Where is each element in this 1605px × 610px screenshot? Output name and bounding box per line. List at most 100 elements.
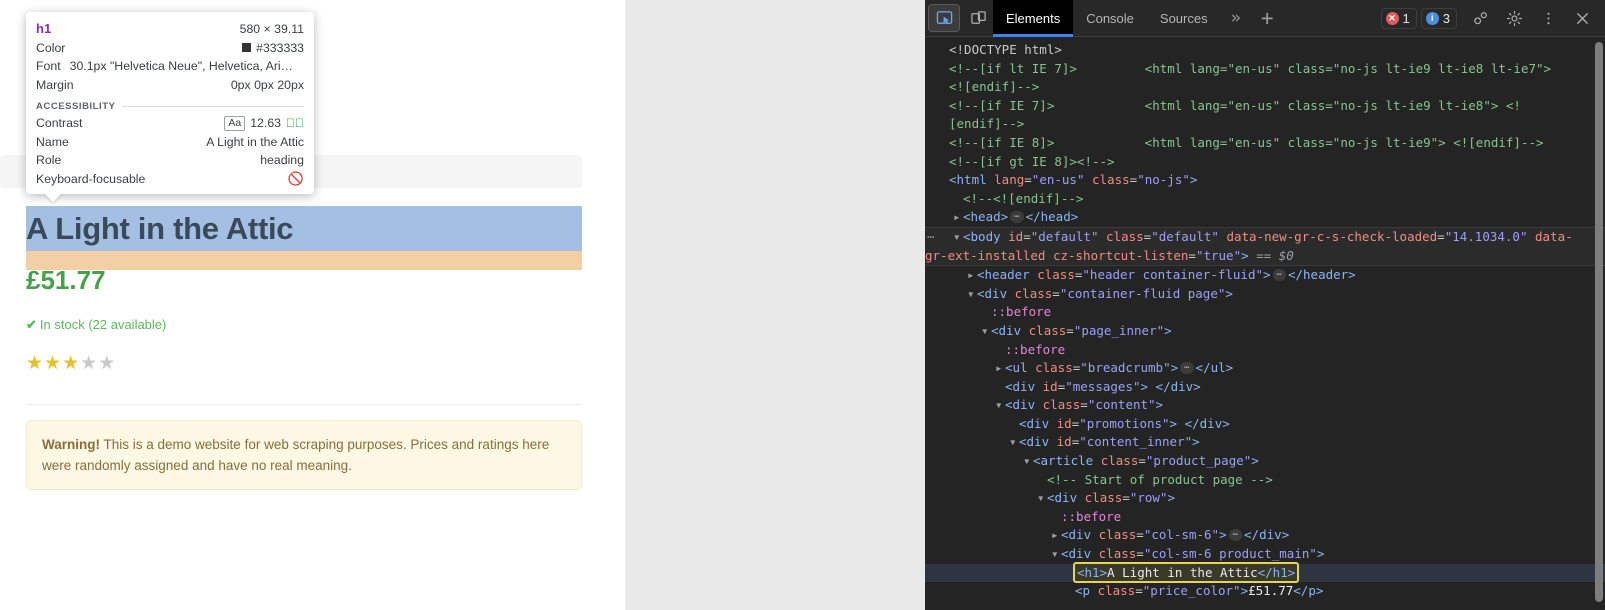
dom-tree-line[interactable]: ▾ <div class="content"> <box>925 396 1605 415</box>
error-badge[interactable]: ✕ 1 <box>1380 7 1417 29</box>
tooltip-dimensions: 580 × 39.11 <box>239 22 304 36</box>
dom-token-cmt: <!--[if gt IE 8]><!--> <box>949 153 1115 169</box>
chevron-right-icon[interactable]: ▸ <box>995 359 1005 378</box>
tab-console[interactable]: Console <box>1073 0 1147 37</box>
dom-tree-line[interactable]: ▾ <div class="row"> <box>925 489 1605 508</box>
dom-tree-line[interactable]: ▾ <div class="col-sm-6 product_main"> <box>925 545 1605 564</box>
tab-sources[interactable]: Sources <box>1147 0 1221 37</box>
dom-token-punc: = <box>1122 490 1130 506</box>
chevron-down-icon[interactable]: ▾ <box>953 228 963 247</box>
collapsed-children-icon[interactable]: ⋯ <box>1228 529 1243 542</box>
dom-token-punc: = <box>1437 228 1445 244</box>
dom-tree-line[interactable]: ▸ <ul class="breadcrumb"> ⋯ </ul> <box>925 359 1605 378</box>
dom-tree-line[interactable]: <!--[if IE 7]> <html lang="en-us" class=… <box>925 97 1605 116</box>
dom-badge-dots-icon[interactable]: ⋯ <box>927 228 935 247</box>
chevron-right-icon[interactable]: ▸ <box>1051 526 1061 545</box>
dom-token-tag: <body <box>963 228 1009 244</box>
message-badge[interactable]: i 3 <box>1420 7 1457 29</box>
dom-tree-line[interactable]: <div id="promotions"> </div> <box>925 415 1605 434</box>
dom-line-content: <div class="container-fluid page"> <box>977 286 1233 301</box>
dom-tree[interactable]: <!DOCTYPE html> <!--[if lt IE 7]> <html l… <box>925 37 1605 610</box>
dom-token-tag: > <box>1155 397 1164 413</box>
dom-line-content: <!--[if IE 7]> <html lang="en-us" class=… <box>949 98 1521 113</box>
dom-tree-line[interactable]: ::before <box>925 508 1605 527</box>
chevron-down-icon[interactable]: ▾ <box>1051 545 1061 564</box>
dom-line-content: <article class="product_page"> <box>1033 453 1259 468</box>
chevron-down-icon[interactable]: ▾ <box>967 285 977 304</box>
dom-tree-line[interactable]: <!--<![endif]--> <box>925 190 1605 209</box>
device-toolbar-icon[interactable] <box>963 5 993 31</box>
chevron-down-icon[interactable]: ▾ <box>995 396 1005 415</box>
dom-token-punc: = <box>1188 247 1196 263</box>
dom-token-val: "container-fluid page" <box>1059 285 1226 301</box>
dom-token-val: "breadcrumb" <box>1080 360 1171 376</box>
star-icon: ★ <box>80 353 99 374</box>
inspect-element-icon[interactable] <box>928 4 960 32</box>
dom-tree-line[interactable]: <!--[if lt IE 7]> <html lang="en-us" cla… <box>925 60 1605 79</box>
dom-tree-line[interactable]: ::before <box>925 341 1605 360</box>
tooltip-pointer <box>44 193 62 202</box>
dom-token-tag: <div <box>1019 434 1057 450</box>
dom-line-content: <!-- Start of product page --> <box>1047 472 1273 487</box>
chevron-down-icon[interactable]: ▾ <box>1023 452 1033 471</box>
dom-tree-line[interactable]: <!--[if IE 8]> <html lang="en-us" class=… <box>925 134 1605 153</box>
dom-tree-line[interactable]: <!--[if gt IE 8]><!--> <box>925 153 1605 172</box>
tooltip-keyboard-row: Keyboard-focusable 🚫 <box>36 170 304 189</box>
chevron-down-icon[interactable]: ▾ <box>1009 433 1019 452</box>
tab-elements[interactable]: Elements <box>993 0 1074 37</box>
dom-tree-line[interactable]: ▸ <div class="col-sm-6"> ⋯ </div> <box>925 526 1605 545</box>
dom-tree-line[interactable]: ▾ <article class="product_page"> <box>925 452 1605 471</box>
gear-icon[interactable] <box>1499 5 1529 31</box>
dom-tree-line[interactable]: ▾ <div class="page_inner"> <box>925 322 1605 341</box>
collapsed-children-icon[interactable]: ⋯ <box>1180 362 1194 375</box>
dom-tree-line[interactable]: <html lang="en-us" class="no-js"> <box>925 171 1605 190</box>
a11y-name-label: Name <box>36 134 69 149</box>
chevron-double-right-icon[interactable]: » <box>1221 0 1251 37</box>
dom-tree-line[interactable]: <h1>A Light in the Attic</h1> <box>925 561 1605 583</box>
dom-token-val: "price_color" <box>1142 583 1241 599</box>
dom-token-attr: class <box>1035 360 1073 376</box>
star-icon: ★ <box>62 353 81 374</box>
dom-line-content: ::before <box>1005 342 1065 357</box>
dom-line-content: ::before <box>991 304 1051 319</box>
user-flows-icon[interactable] <box>1465 5 1495 31</box>
dom-tree-line[interactable]: [endif]--> <box>925 115 1605 134</box>
dom-tree-line[interactable]: ⋯ ▾ <body id="default" class="default" dat… <box>925 226 1605 267</box>
dom-tree-line[interactable]: ▸ <head> ⋯ </head> <box>925 208 1605 227</box>
dom-tree-line[interactable]: <!-- Start of product page --> <box>925 471 1605 490</box>
dom-tree-scrollbar[interactable] <box>1595 42 1603 602</box>
tooltip-font-value: 30.1px "Helvetica Neue", Helvetica, Ari… <box>69 59 293 73</box>
tab-sources-label: Sources <box>1159 10 1208 26</box>
dom-token-attr: class <box>1028 322 1067 338</box>
more-vertical-icon[interactable] <box>1533 5 1563 31</box>
plus-icon[interactable]: + <box>1251 0 1284 37</box>
dom-tree-line[interactable]: ▸ <header class="header container-fluid">… <box>925 266 1605 285</box>
chevron-down-icon[interactable]: ▾ <box>1037 489 1047 508</box>
dom-token-attr: id <box>1056 434 1072 450</box>
aa-chip: Aa <box>224 116 246 131</box>
dom-tree-line[interactable]: ▾ <div id="content_inner"> <box>925 433 1605 452</box>
chevron-down-icon[interactable]: ▾ <box>981 322 991 341</box>
collapsed-children-icon[interactable]: ⋯ <box>1010 211 1024 224</box>
not-allowed-icon: 🚫 <box>287 170 304 186</box>
tooltip-contrast-row: Contrast Aa 12.63 ✔⃝ <box>36 114 304 133</box>
dom-tree-line[interactable]: <!DOCTYPE html> <box>925 41 1605 60</box>
dom-token-val: "14.1034.0" <box>1444 228 1528 244</box>
dom-token-pseudo: ::before <box>1005 341 1066 357</box>
close-icon[interactable] <box>1567 5 1597 31</box>
tooltip-color-row: Color #333333 <box>36 39 304 58</box>
dom-tree-line[interactable]: <![endif]--> <box>925 78 1605 97</box>
dom-tree-line[interactable]: <p class="price_color">£51.77</p> <box>925 582 1605 601</box>
dom-token-attr: class <box>1106 228 1144 244</box>
dom-tree-line[interactable]: ▾ <div class="container-fluid page"> <box>925 285 1605 304</box>
chevron-right-icon[interactable]: ▸ <box>953 208 963 227</box>
dom-tree-line[interactable]: ::before <box>925 303 1605 322</box>
tooltip-color-value: #333333 <box>256 40 304 55</box>
dom-token-tag: > <box>1263 267 1271 283</box>
dom-token-tag: </header> <box>1287 267 1356 283</box>
chevron-right-icon[interactable]: ▸ <box>967 266 977 285</box>
collapsed-children-icon[interactable]: ⋯ <box>1272 269 1286 282</box>
devtools-resize-gutter[interactable] <box>905 0 925 610</box>
dom-tree-line[interactable]: <div id="messages"> </div> <box>925 378 1605 397</box>
dom-token-attr: id <box>1042 378 1058 394</box>
